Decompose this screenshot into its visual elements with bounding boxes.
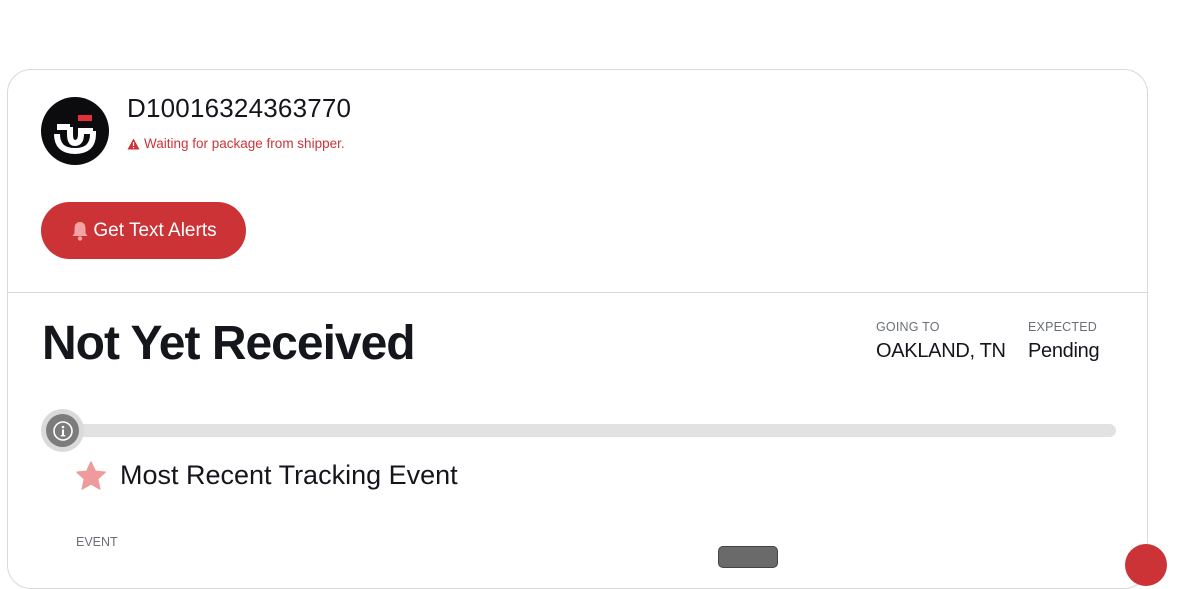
shipment-header: D10016324363770 Waiting for package from… [8, 70, 1147, 292]
recent-event-heading: Most Recent Tracking Event [120, 460, 458, 490]
info-icon-inner [46, 414, 79, 447]
bell-icon [70, 220, 90, 242]
carrier-logo-mark [54, 115, 96, 155]
delivery-progress-bar [58, 424, 1116, 437]
event-column-label: EVENT [76, 535, 118, 549]
partial-tooltip [718, 546, 778, 568]
going-to-block: GOING TO OAKLAND, TN [876, 320, 1006, 363]
warning-icon [127, 138, 140, 150]
chat-fab-button[interactable] [1125, 544, 1167, 586]
get-text-alerts-button[interactable]: Get Text Alerts [41, 202, 246, 259]
shipment-status-message: Waiting for package from shipper. [127, 136, 345, 151]
carrier-logo [41, 97, 109, 165]
expected-block: EXPECTED Pending [1028, 320, 1100, 363]
status-message-text: Waiting for package from shipper. [144, 136, 345, 151]
expected-label: EXPECTED [1028, 320, 1097, 334]
expected-value: Pending [1028, 340, 1100, 362]
going-to-value: OAKLAND, TN [876, 340, 1006, 362]
info-icon[interactable] [41, 409, 84, 452]
tracking-number: D10016324363770 [127, 93, 352, 123]
tracking-card: D10016324363770 Waiting for package from… [7, 69, 1148, 589]
going-to-label: GOING TO [876, 320, 940, 334]
get-text-alerts-label: Get Text Alerts [93, 219, 217, 241]
delivery-status-title: Not Yet Received [42, 317, 416, 370]
section-divider [8, 292, 1147, 293]
star-icon [75, 460, 107, 497]
